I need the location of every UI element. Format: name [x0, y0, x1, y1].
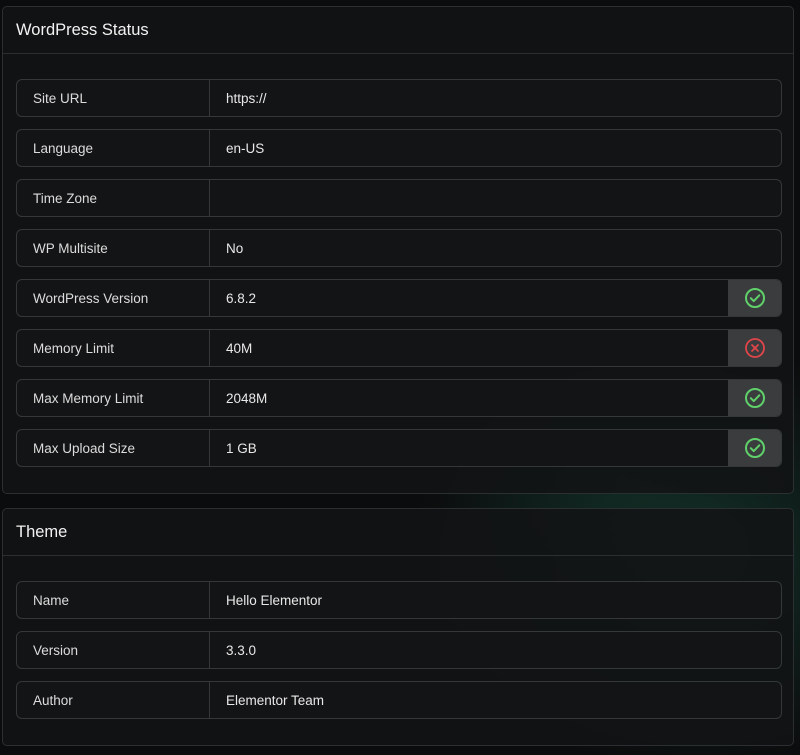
status-row-max-upload-size: Max Upload Size 1 GB: [16, 429, 782, 467]
row-label: Version: [17, 632, 210, 668]
status-indicator: [728, 280, 781, 316]
row-value: No: [226, 240, 244, 256]
row-label: Author: [17, 682, 210, 718]
row-label: Site URL: [17, 80, 210, 116]
status-indicator: [728, 330, 781, 366]
theme-row-author: Author Elementor Team: [16, 681, 782, 719]
row-label: Max Upload Size: [17, 430, 210, 466]
row-label: Name: [17, 582, 210, 618]
check-circle-icon: [744, 288, 765, 308]
row-value: 40M: [226, 340, 253, 356]
row-label: WordPress Version: [17, 280, 210, 316]
row-value: 2048M: [226, 390, 268, 406]
row-value: Elementor Team: [226, 692, 325, 708]
status-row-wordpress-version: WordPress Version 6.8.2: [16, 279, 782, 317]
status-row-memory-limit: Memory Limit 40M: [16, 329, 782, 367]
status-row-wp-multisite: WP Multisite No: [16, 229, 782, 267]
status-indicator: [728, 380, 781, 416]
status-row-site-url: Site URL https://: [16, 79, 782, 117]
row-value: en-US: [226, 140, 265, 156]
row-label: Language: [17, 130, 210, 166]
theme-row-name: Name Hello Elementor: [16, 581, 782, 619]
row-value: [210, 180, 781, 216]
wordpress-status-panel: WordPress Status Site URL https:// Langu…: [2, 6, 794, 494]
row-value: 1 GB: [226, 440, 257, 456]
check-circle-icon: [744, 388, 765, 408]
check-circle-icon: [744, 438, 765, 458]
wordpress-status-title: WordPress Status: [3, 7, 793, 54]
row-value: Hello Elementor: [226, 592, 323, 608]
row-label: WP Multisite: [17, 230, 210, 266]
row-label: Memory Limit: [17, 330, 210, 366]
row-label: Time Zone: [17, 180, 210, 216]
row-value: https://: [226, 90, 267, 106]
status-row-language: Language en-US: [16, 129, 782, 167]
row-value: 3.3.0: [226, 642, 257, 658]
status-row-time-zone: Time Zone: [16, 179, 782, 217]
x-circle-icon: [744, 338, 765, 358]
theme-title: Theme: [3, 509, 793, 556]
status-indicator: [728, 430, 781, 466]
row-value: 6.8.2: [226, 290, 257, 306]
status-row-max-memory-limit: Max Memory Limit 2048M: [16, 379, 782, 417]
theme-row-version: Version 3.3.0: [16, 631, 782, 669]
theme-panel: Theme Name Hello Elementor Version 3.3.0…: [2, 508, 794, 746]
row-label: Max Memory Limit: [17, 380, 210, 416]
